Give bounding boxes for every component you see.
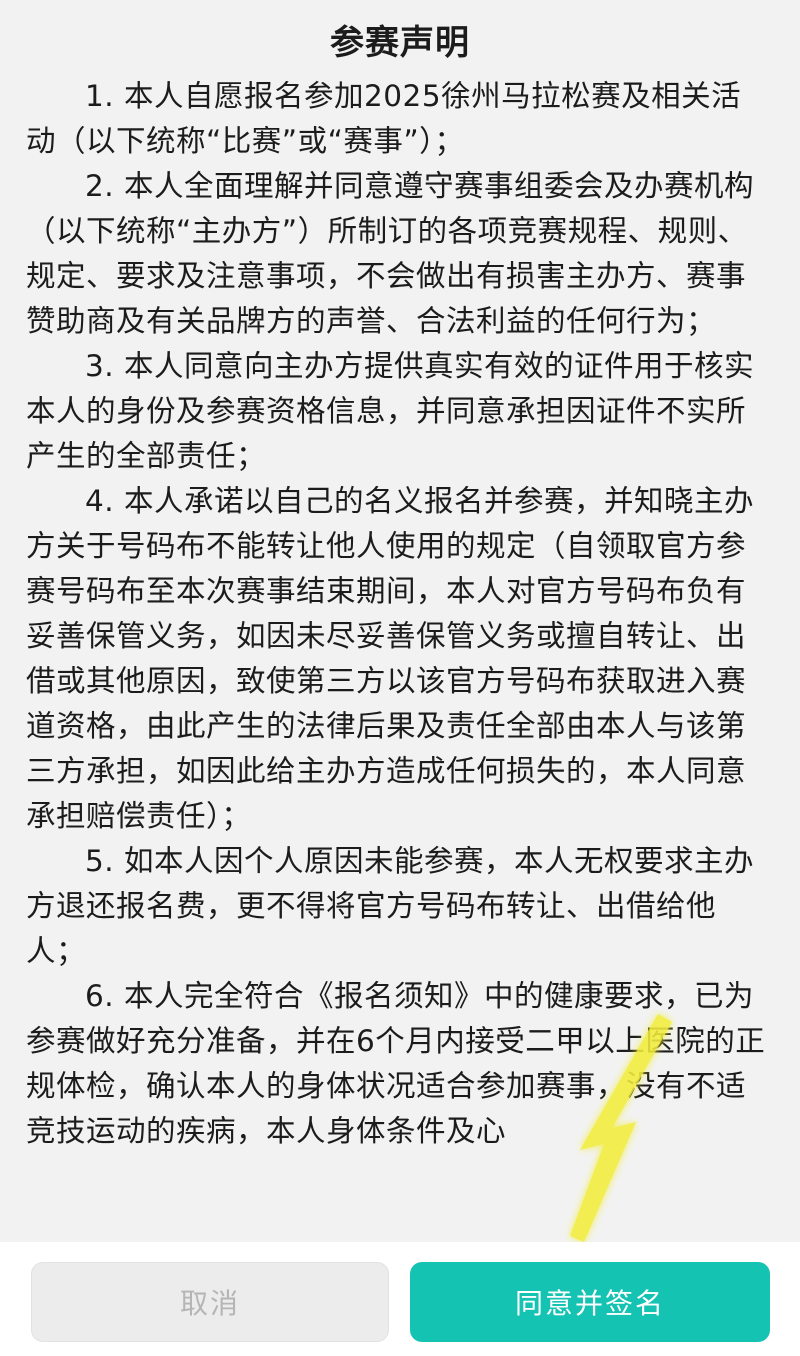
declaration-paragraph-5: 5. 如本人因个人原因未能参赛，本人无权要求主办方退还报名费，更不得将官方号码布… bbox=[26, 844, 755, 968]
agree-and-sign-button[interactable]: 同意并签名 bbox=[410, 1262, 770, 1342]
page-title: 参赛声明 bbox=[330, 23, 470, 63]
declaration-paragraph-2: 2. 本人全面理解并同意遵守赛事组委会及办赛机构（以下统称“主办方”）所制订的各… bbox=[26, 169, 755, 338]
agreement-page: 参赛声明 1. 本人自愿报名参加2025徐州马拉松赛及相关活动（以下统称“比赛”… bbox=[0, 0, 800, 1356]
bottom-action-bar: 取消 同意并签名 bbox=[0, 1242, 800, 1356]
declaration-paragraph-1: 1. 本人自愿报名参加2025徐州马拉松赛及相关活动（以下统称“比赛”或“赛事”… bbox=[26, 79, 742, 158]
declaration-paragraph-4: 4. 本人承诺以自己的名义报名并参赛，并知晓主办方关于号码布不能转让他人使用的规… bbox=[26, 484, 755, 833]
cancel-button[interactable]: 取消 bbox=[31, 1262, 389, 1342]
declaration-paragraph-3: 3. 本人同意向主办方提供真实有效的证件用于核实本人的身份及参赛资格信息，并同意… bbox=[26, 349, 755, 473]
declaration-paragraph-6: 6. 本人完全符合《报名须知》中的健康要求，已为参赛做好充分准备，并在6个月内接… bbox=[26, 979, 766, 1148]
declaration-content[interactable]: 1. 本人自愿报名参加2025徐州马拉松赛及相关活动（以下统称“比赛”或“赛事”… bbox=[26, 74, 768, 1242]
